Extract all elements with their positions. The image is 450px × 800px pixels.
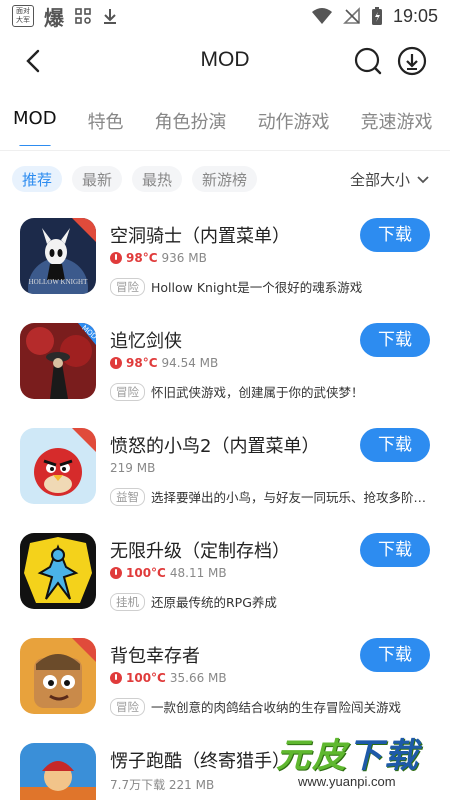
app-name[interactable]: 空洞骑士（内置菜单） — [110, 222, 290, 248]
genre-tag: 挂机 — [110, 592, 145, 611]
app-name[interactable]: 愣子跑酷（终寄猎手） — [110, 747, 290, 773]
heat-value: 98°C — [126, 251, 158, 265]
thermometer-icon — [110, 567, 122, 579]
watermark-logo: 元皮下载 www.yuanpi.com — [270, 728, 448, 798]
search-icon — [354, 47, 382, 75]
tab-racing[interactable]: 竞速游戏 — [361, 100, 433, 146]
app-desc-row: 冒险 Hollow Knight是一个很好的魂系游戏 — [110, 277, 430, 296]
heat-value: 100°C — [126, 566, 166, 580]
app-description: 选择要弹出的小鸟，与好友一同玩乐、抢攻多阶… — [151, 490, 427, 505]
app-desc-row: 冒险 怀旧武侠游戏，创建属于你的武侠梦！ — [110, 382, 430, 401]
file-size: 48.11 MB — [169, 566, 227, 580]
download-button[interactable]: 下载 — [360, 638, 430, 672]
game-icon-backpack-survivor[interactable] — [20, 638, 96, 714]
app-meta: 219 MB — [110, 461, 155, 475]
notification-icon: 爆 — [44, 5, 64, 30]
status-bar: 面对大军 爆 19:05 — [0, 0, 450, 32]
app-logo-icon: 面对大军 — [12, 5, 34, 27]
app-description: 还原最传统的RPG养成 — [151, 595, 277, 610]
battery-icon — [371, 7, 382, 25]
app-desc-row: 挂机 还原最传统的RPG养成 — [110, 592, 430, 611]
list-item[interactable]: 背包幸存者 100°C 35.66 MB 冒险 一款创意的肉鸽结合收纳的生存冒险… — [0, 626, 450, 731]
file-size: 219 MB — [110, 461, 156, 475]
watermark-text: 元皮下载 — [276, 736, 420, 776]
filter-newest[interactable]: 最新 — [72, 166, 123, 192]
tab-action[interactable]: 动作游戏 — [258, 100, 330, 146]
app-description: Hollow Knight是一个很好的魂系游戏 — [151, 280, 363, 295]
app-description: 怀旧武侠游戏，创建属于你的武侠梦！ — [151, 385, 364, 400]
grid-icon — [75, 8, 91, 24]
no-signal-icon — [343, 7, 360, 24]
file-size: 7.7万下载 221 MB — [110, 778, 215, 792]
app-meta: 100°C 35.66 MB — [110, 671, 227, 685]
wifi-icon — [311, 8, 332, 24]
file-size: 94.54 MB — [161, 356, 219, 370]
genre-tag: 冒险 — [110, 382, 145, 401]
app-description: 一款创意的肉鸽结合收纳的生存冒险闯关游戏 — [151, 700, 402, 715]
list-item[interactable]: HOLLOW KNIGHT 空洞骑士（内置菜单） 98°C 936 MB 冒险 … — [0, 206, 450, 311]
heat-value: 98°C — [126, 356, 158, 370]
game-icon-angry-birds[interactable] — [20, 428, 96, 504]
list-item[interactable]: 愤怒的小鸟2（内置菜单） 219 MB 益智 选择要弹出的小鸟，与好友一同玩乐、… — [0, 416, 450, 521]
size-dropdown[interactable]: 全部大小 — [350, 169, 430, 190]
chevron-down-icon — [417, 175, 429, 183]
download-button[interactable]: 下载 — [360, 533, 430, 567]
app-list: HOLLOW KNIGHT 空洞骑士（内置菜单） 98°C 936 MB 冒险 … — [0, 206, 450, 800]
svg-text:HOLLOW KNIGHT: HOLLOW KNIGHT — [29, 278, 88, 286]
download-button[interactable]: 下载 — [360, 323, 430, 357]
app-meta: 98°C 94.54 MB — [110, 356, 218, 370]
download-manager-button[interactable] — [396, 45, 428, 77]
filter-recommended[interactable]: 推荐 — [12, 166, 63, 192]
tab-featured[interactable]: 特色 — [88, 100, 124, 146]
game-icon-hollow-knight[interactable]: HOLLOW KNIGHT — [20, 218, 96, 294]
filter-hottest[interactable]: 最热 — [132, 166, 183, 192]
genre-tag: 冒险 — [110, 277, 145, 296]
game-icon-sword[interactable]: MOD — [20, 323, 96, 399]
heat-value: 100°C — [126, 671, 166, 685]
app-meta: 100°C 48.11 MB — [110, 566, 227, 580]
list-item[interactable]: 无限升级（定制存档） 100°C 48.11 MB 挂机 还原最传统的RPG养成… — [0, 521, 450, 626]
app-name[interactable]: 无限升级（定制存档） — [110, 537, 290, 563]
download-button[interactable]: 下载 — [360, 218, 430, 252]
app-meta: 98°C 936 MB — [110, 251, 207, 265]
app-name[interactable]: 背包幸存者 — [110, 642, 200, 668]
file-size: 936 MB — [161, 251, 207, 265]
app-meta: 7.7万下载 221 MB — [110, 776, 214, 793]
thermometer-icon — [110, 672, 122, 684]
app-desc-row: 益智 选择要弹出的小鸟，与好友一同玩乐、抢攻多阶… — [110, 487, 430, 506]
thermometer-icon — [110, 252, 122, 264]
filter-new-ranking[interactable]: 新游榜 — [192, 166, 258, 192]
tab-mod[interactable]: MOD — [13, 100, 57, 146]
game-icon-runner[interactable] — [20, 743, 96, 800]
download-status-icon — [104, 9, 116, 24]
file-size: 35.66 MB — [169, 671, 227, 685]
app-desc-row: 冒险 一款创意的肉鸽结合收纳的生存冒险闯关游戏 — [110, 697, 430, 716]
app-name[interactable]: 追忆剑侠 — [110, 327, 182, 353]
divider — [0, 150, 450, 151]
size-dropdown-label: 全部大小 — [349, 171, 410, 189]
genre-tag: 冒险 — [110, 697, 145, 716]
watermark-url: www.yuanpi.com — [298, 774, 396, 789]
header: MOD — [0, 38, 450, 86]
tab-rpg[interactable]: 角色扮演 — [155, 100, 227, 146]
search-button[interactable] — [352, 45, 384, 77]
download-button[interactable]: 下载 — [360, 428, 430, 462]
game-icon-infinite-upgrade[interactable] — [20, 533, 96, 609]
thermometer-icon — [110, 357, 122, 369]
clock: 19:05 — [392, 5, 438, 26]
download-circle-icon — [397, 46, 427, 76]
list-item[interactable]: MOD 追忆剑侠 98°C 94.54 MB 冒险 怀旧武侠游戏，创建属于你的武… — [0, 311, 450, 416]
filter-chips: 推荐 最新 最热 新游榜 — [12, 166, 258, 192]
app-name[interactable]: 愤怒的小鸟2（内置菜单） — [110, 432, 319, 458]
category-tabs: MOD 特色 角色扮演 动作游戏 竞速游戏 经营 — [0, 100, 450, 146]
genre-tag: 益智 — [110, 487, 145, 506]
